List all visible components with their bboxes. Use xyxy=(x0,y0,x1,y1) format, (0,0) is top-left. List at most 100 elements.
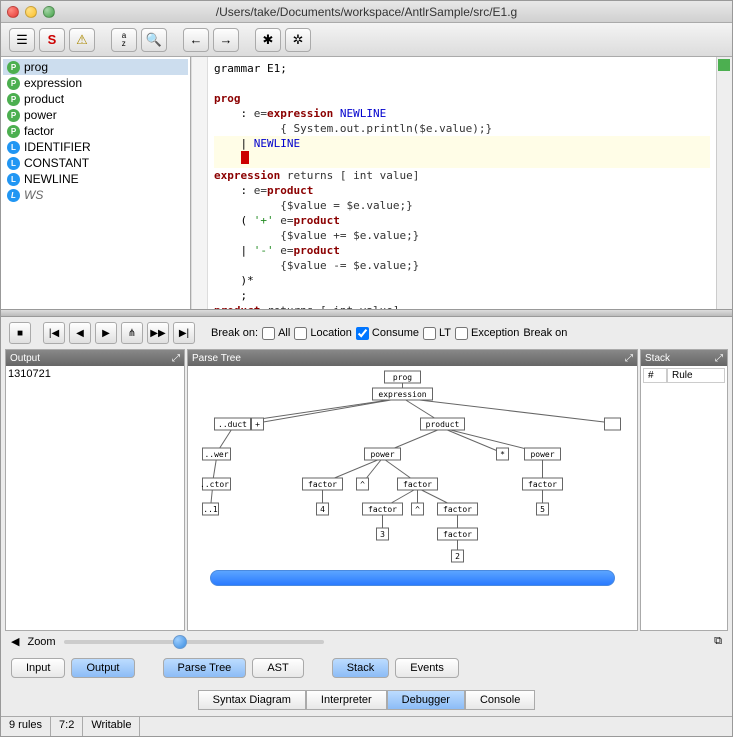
status-mode: Writable xyxy=(83,717,140,736)
break-all-checkbox[interactable]: All xyxy=(262,327,290,340)
rule-item-newline[interactable]: L NEWLINE xyxy=(3,171,188,187)
split-divider[interactable] xyxy=(1,309,732,317)
rule-name: factor xyxy=(24,124,54,138)
svg-text:5: 5 xyxy=(540,505,545,514)
expand-icon[interactable]: ⤢ xyxy=(625,353,633,364)
svg-text:factor: factor xyxy=(528,480,557,489)
tab-interpreter[interactable]: Interpreter xyxy=(306,690,387,710)
debug-config-button[interactable]: ✲ xyxy=(285,28,311,52)
rule-name: CONSTANT xyxy=(24,156,89,170)
window-title: /Users/take/Documents/workspace/AntlrSam… xyxy=(1,5,732,19)
rule-item-product[interactable]: Pproduct xyxy=(3,91,188,107)
stack-content[interactable]: #Rule xyxy=(641,366,727,630)
editor-area: grammar E1; prog : e=expression NEWLINE … xyxy=(191,57,732,309)
rule-item-constant[interactable]: LCONSTANT xyxy=(3,155,188,171)
parser-rule-icon: P xyxy=(7,125,20,138)
break-on-label: Break on: xyxy=(211,327,258,339)
svg-text:..ctor: ..ctor xyxy=(200,480,229,489)
rule-item-ws[interactable]: LWS xyxy=(3,187,188,203)
tab-events[interactable]: Events xyxy=(395,658,459,678)
parser-rule-icon: P xyxy=(7,109,20,122)
rule-name: product xyxy=(24,92,64,106)
find-button[interactable]: 🔍 xyxy=(141,28,167,52)
parsetree-panel-title: Parse Tree xyxy=(192,353,241,364)
fold-gutter[interactable] xyxy=(192,57,208,309)
tab-debugger[interactable]: Debugger xyxy=(387,690,465,710)
nav-forward-button[interactable]: → xyxy=(213,28,239,52)
output-content[interactable]: 1310721 xyxy=(6,366,184,630)
zoom-slider-thumb[interactable] xyxy=(173,635,187,649)
parsetree-canvas[interactable]: prog expression ..duct + product ..wer p… xyxy=(188,366,637,630)
code-editor[interactable]: grammar E1; prog : e=expression NEWLINE … xyxy=(208,57,716,309)
fast-forward-button[interactable]: ▶▶ xyxy=(147,322,169,344)
tab-input[interactable]: Input xyxy=(11,658,65,678)
step-back-button[interactable]: ◀ xyxy=(69,322,91,344)
rule-item-power[interactable]: Ppower xyxy=(3,107,188,123)
parser-rule-icon: P xyxy=(7,61,20,74)
svg-text:..duct: ..duct xyxy=(218,420,247,429)
rule-item-prog[interactable]: Pprog xyxy=(3,59,188,75)
lexer-rule-icon: L xyxy=(7,173,20,186)
tab-ast[interactable]: AST xyxy=(252,658,303,678)
break-exception-checkbox[interactable]: Exception xyxy=(455,327,519,340)
editor-scrollbar[interactable] xyxy=(716,57,732,309)
svg-text:3: 3 xyxy=(380,530,385,539)
stop-button[interactable]: ■ xyxy=(9,322,31,344)
tab-syntax-diagram[interactable]: Syntax Diagram xyxy=(198,690,306,710)
svg-text:2: 2 xyxy=(455,552,460,561)
svg-text:..wer: ..wer xyxy=(204,450,228,459)
tab-parsetree[interactable]: Parse Tree xyxy=(163,658,247,678)
titlebar: /Users/take/Documents/workspace/AntlrSam… xyxy=(1,1,732,23)
horizontal-scrollbar[interactable] xyxy=(210,570,615,586)
maximize-button[interactable] xyxy=(43,6,55,18)
tab-console[interactable]: Console xyxy=(465,690,535,710)
svg-text:expression: expression xyxy=(378,390,426,399)
restart-button[interactable]: |◀ xyxy=(43,322,65,344)
break-lt-checkbox[interactable]: LT xyxy=(423,327,451,340)
tab-stack[interactable]: Stack xyxy=(332,658,390,678)
svg-text:factor: factor xyxy=(443,505,472,514)
svg-text:power: power xyxy=(370,450,394,459)
warnings-button[interactable]: ⚠ xyxy=(69,28,95,52)
syntax-button[interactable]: S xyxy=(39,28,65,52)
sort-button[interactable]: a z xyxy=(111,28,137,52)
debug-button[interactable]: ✱ xyxy=(255,28,281,52)
lexer-rule-icon: L xyxy=(7,189,20,202)
goto-end-button[interactable]: ▶| xyxy=(173,322,195,344)
rule-item-identifier[interactable]: LIDENTIFIER xyxy=(3,139,188,155)
rule-name: expression xyxy=(24,76,82,90)
parsetree-panel: Parse Tree ⤢ xyxy=(187,349,638,631)
svg-text:factor: factor xyxy=(308,480,337,489)
minimize-button[interactable] xyxy=(25,6,37,18)
break-location-checkbox[interactable]: Location xyxy=(294,327,352,340)
zoom-label: Zoom xyxy=(27,636,55,648)
debug-tabs-row: Input Output Parse Tree AST Stack Events xyxy=(1,652,732,684)
break-consume-checkbox[interactable]: Consume xyxy=(356,327,419,340)
break-on-right-label: Break on xyxy=(523,327,567,339)
rule-item-expression[interactable]: Pexpression xyxy=(3,75,188,91)
rule-name: power xyxy=(24,108,57,122)
toggle-sidebar-button[interactable]: ☰ xyxy=(9,28,35,52)
status-position: 7:2 xyxy=(51,717,83,736)
svg-text:factor: factor xyxy=(368,505,397,514)
lexer-rule-icon: L xyxy=(7,141,20,154)
tab-output[interactable]: Output xyxy=(71,658,134,678)
close-button[interactable] xyxy=(7,6,19,18)
svg-text:factor: factor xyxy=(443,530,472,539)
expand-icon[interactable]: ⤢ xyxy=(172,353,180,364)
zoom-slider[interactable] xyxy=(64,640,324,644)
tree-layout-icon[interactable]: ⧉ xyxy=(714,635,722,648)
step-button[interactable]: ⋔ xyxy=(121,322,143,344)
play-button[interactable]: ▶ xyxy=(95,322,117,344)
nav-back-button[interactable]: ← xyxy=(183,28,209,52)
stack-col-num: # xyxy=(643,368,667,383)
rule-name: NEWLINE xyxy=(24,172,79,186)
rules-sidebar[interactable]: Pprog Pexpression Pproduct Ppower Pfacto… xyxy=(1,57,191,309)
stack-col-rule: Rule xyxy=(667,368,725,383)
rule-item-factor[interactable]: Pfactor xyxy=(3,123,188,139)
status-indicator-icon xyxy=(718,59,730,71)
expand-icon[interactable]: ⤢ xyxy=(715,353,723,364)
svg-text:power: power xyxy=(530,450,554,459)
svg-text:^: ^ xyxy=(415,505,420,514)
stack-panel: Stack⤢ #Rule xyxy=(640,349,728,631)
